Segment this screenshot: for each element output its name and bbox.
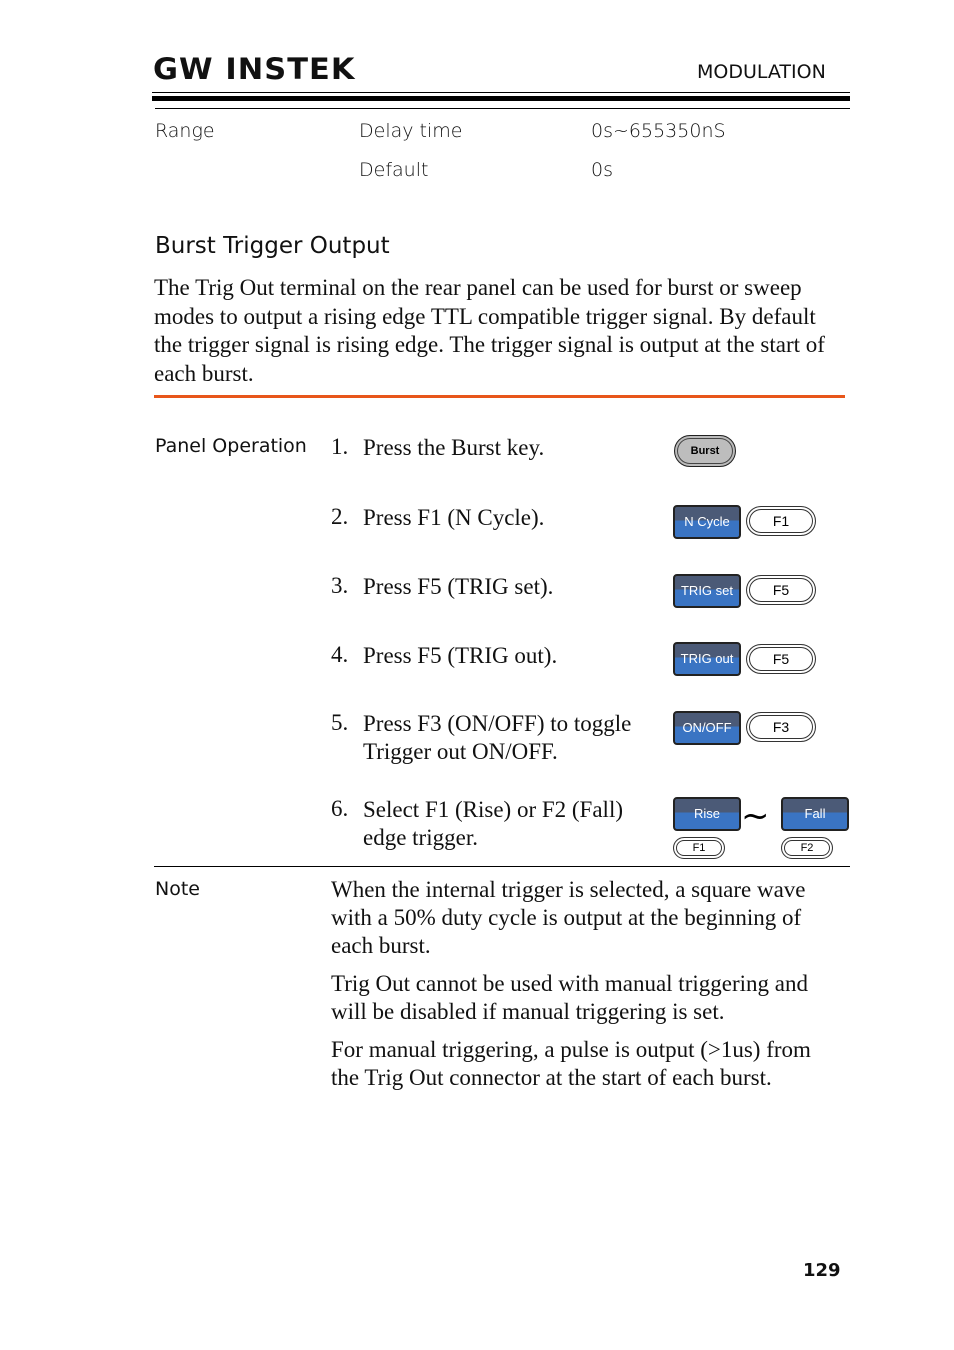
spec-label: Range [155,120,215,142]
section-title: MODULATION [697,61,826,83]
header-rule-bottom [155,108,850,109]
brand-logo: GW INSTEK [153,52,356,86]
or-separator: ~ [741,796,770,836]
n-cycle-softkey[interactable]: N Cycle [673,505,741,539]
step-text: Press the Burst key. [363,435,545,460]
f1-key[interactable]: F1 [673,837,725,859]
on-off-softkey[interactable]: ON/OFF [673,711,741,745]
f2-key[interactable]: F2 [781,837,833,859]
page-number: 129 [803,1260,841,1281]
trig-out-softkey[interactable]: TRIG out [673,642,741,676]
section-heading: Burst Trigger Output [155,233,390,259]
header-rule-thick [152,96,850,101]
step-number: 5. [331,710,349,735]
f5-key[interactable]: F5 [746,644,816,674]
step-text: Select F1 (Rise) or F2 (Fall) edge trigg… [363,797,623,850]
step-number: 2. [331,504,349,529]
f1-key[interactable]: F1 [746,506,816,536]
fall-softkey[interactable]: Fall [781,797,849,831]
spec-row-name: Default [359,159,429,181]
panel-operation-label: Panel Operation [155,435,307,457]
trig-set-softkey[interactable]: TRIG set [673,574,741,608]
section-description: The Trig Out terminal on the rear panel … [154,275,825,386]
note-paragraph: For manual triggering, a pulse is output… [331,1037,811,1090]
step-number: 1. [331,434,349,459]
note-divider [154,866,850,867]
step-text: Press F1 (N Cycle). [363,505,545,530]
step-text: Press F5 (TRIG out). [363,643,558,668]
spec-row-value: 0s [591,159,613,181]
f5-key[interactable]: F5 [746,575,816,605]
note-paragraph: Trig Out cannot be used with manual trig… [331,971,808,1024]
burst-key[interactable]: Burst [674,435,736,467]
note-label: Note [155,878,200,900]
f3-key[interactable]: F3 [746,712,816,742]
rise-softkey[interactable]: Rise [673,797,741,831]
header-rule [152,92,850,93]
step-number: 6. [331,796,349,821]
step-text: Press F3 (ON/OFF) to toggle Trigger out … [363,711,632,764]
step-number: 4. [331,642,349,667]
spec-row-name: Delay time [359,120,463,142]
note-paragraph: When the internal trigger is selected, a… [331,877,806,958]
step-number: 3. [331,573,349,598]
spec-row-value: 0s~655350nS [591,120,726,142]
step-text: Press F5 (TRIG set). [363,574,554,599]
accent-divider [154,395,845,398]
